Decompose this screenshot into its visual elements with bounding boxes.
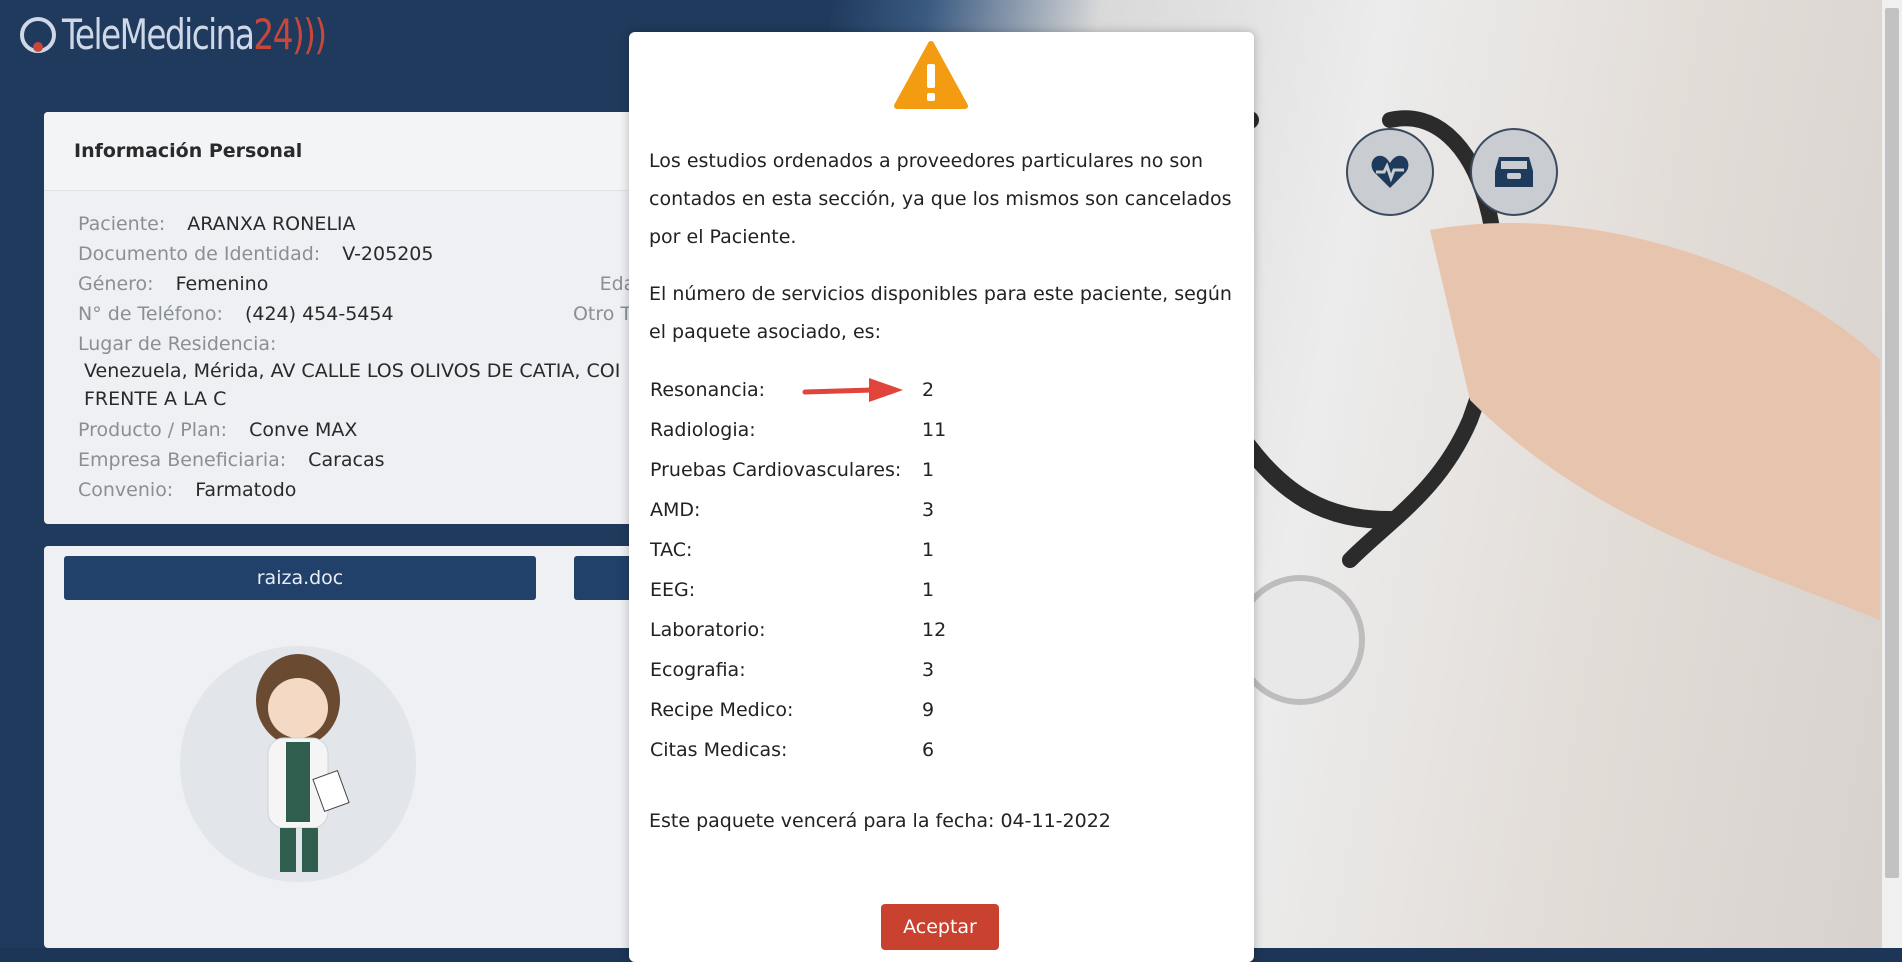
- service-count: 3: [922, 499, 935, 521]
- service-row: Pruebas Cardiovasculares: 1: [650, 450, 962, 490]
- info-paragraph-1: Los estudios ordenados a proveedores par…: [649, 150, 1232, 248]
- service-name: Recipe Medico:: [650, 699, 794, 721]
- service-count: 12: [922, 619, 947, 641]
- service-name: Ecografia:: [650, 659, 746, 681]
- services-dialog: Los estudios ordenados a proveedores par…: [629, 32, 1254, 962]
- service-row: Recipe Medico: 9: [650, 690, 962, 730]
- service-count: 9: [922, 699, 935, 721]
- service-name: EEG:: [650, 579, 696, 601]
- service-count: 3: [922, 659, 935, 681]
- service-row: EEG: 1: [650, 570, 962, 610]
- service-row: AMD: 3: [650, 490, 962, 530]
- service-name: Citas Medicas:: [650, 739, 788, 761]
- red-arrow-annotation-icon: [802, 378, 903, 402]
- service-name: TAC:: [650, 539, 693, 561]
- service-count: 6: [922, 739, 935, 761]
- service-row: TAC: 1: [650, 530, 962, 570]
- service-count: 2: [922, 379, 935, 401]
- service-name: Radiologia:: [650, 419, 756, 441]
- service-name: Laboratorio:: [650, 619, 766, 641]
- service-name: AMD:: [650, 499, 701, 521]
- warning-icon: [894, 40, 968, 114]
- package-expiry-text: Este paquete vencerá para la fecha: 04-1…: [649, 810, 1111, 832]
- service-name: Pruebas Cardiovasculares:: [650, 459, 902, 481]
- service-count: 11: [922, 419, 947, 441]
- service-count: 1: [922, 579, 935, 601]
- services-list: Resonancia: 2 Radiologia: 11 Pruebas Cardi…: [650, 370, 962, 770]
- service-row: Laboratorio: 12: [650, 610, 962, 650]
- accept-button[interactable]: Aceptar: [881, 904, 999, 950]
- service-row: Radiologia: 11: [650, 410, 962, 450]
- service-count: 1: [922, 459, 935, 481]
- service-count: 1: [922, 539, 935, 561]
- service-row: Citas Medicas: 6: [650, 730, 962, 770]
- service-row: Ecografia: 3: [650, 650, 962, 690]
- info-paragraph-2: El número de servicios disponibles para …: [649, 283, 1232, 343]
